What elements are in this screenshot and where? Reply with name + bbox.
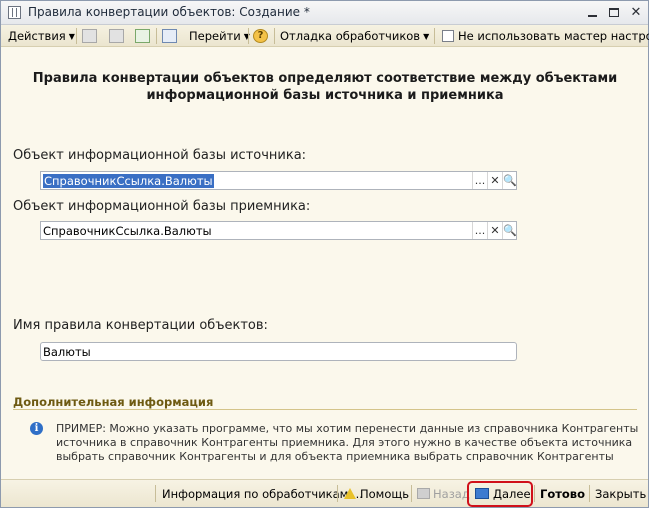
- back-button[interactable]: Назад: [417, 487, 470, 501]
- toolbar-separator: [274, 28, 275, 44]
- help-button[interactable]: Помощь: [344, 487, 409, 501]
- target-select-button[interactable]: ...: [472, 222, 487, 239]
- maximize-icon: [609, 8, 619, 17]
- heading-line-1: Правила конвертации объектов определяют …: [32, 71, 618, 86]
- close-button[interactable]: Закрыть: [595, 487, 646, 501]
- edit-icon[interactable]: [82, 29, 97, 43]
- section-divider: [13, 409, 637, 410]
- minimize-button[interactable]: [583, 4, 601, 21]
- source-object-value: СправочникСсылка.Валюты: [43, 174, 214, 188]
- window-title: Правила конвертации объектов: Создание *: [28, 5, 310, 19]
- target-object-field[interactable]: СправочникСсылка.Валюты ... ✕ 🔍: [40, 221, 517, 240]
- chevron-down-icon: ▼: [68, 32, 75, 41]
- no-wizard-checkbox[interactable]: [442, 30, 454, 42]
- toolbar-separator: [156, 28, 157, 44]
- rule-name-input[interactable]: Валюты: [40, 342, 517, 361]
- page-heading: Правила конвертации объектов определяют …: [21, 70, 629, 104]
- copy-icon[interactable]: [109, 29, 124, 43]
- bottom-separator: [411, 485, 412, 502]
- source-object-field[interactable]: СправочникСсылка.Валюты ... ✕ 🔍: [40, 171, 517, 190]
- target-open-icon[interactable]: 🔍: [502, 222, 517, 239]
- toolbar-separator: [248, 28, 249, 44]
- actions-menu[interactable]: Действия ▼: [8, 28, 75, 44]
- back-icon: [417, 488, 430, 499]
- next-button[interactable]: Далее: [475, 487, 531, 501]
- refresh-icon[interactable]: [135, 29, 150, 43]
- source-select-button[interactable]: ...: [472, 172, 487, 189]
- source-clear-icon[interactable]: ✕: [487, 172, 502, 189]
- bottom-separator: [534, 485, 535, 502]
- target-object-label: Объект информационной базы приемника:: [13, 199, 311, 214]
- chevron-down-icon: ▼: [423, 32, 430, 41]
- bottom-bar: Информация по обработчикам ... Помощь На…: [1, 479, 648, 507]
- close-icon: ✕: [630, 5, 642, 20]
- close-window-button[interactable]: ✕: [627, 4, 645, 21]
- toolbar-separator: [434, 28, 435, 44]
- source-object-label: Объект информационной базы источника:: [13, 148, 307, 163]
- form-icon: [8, 6, 21, 19]
- target-clear-icon[interactable]: ✕: [487, 222, 502, 239]
- info-icon: i: [30, 422, 43, 435]
- title-bar[interactable]: Правила конвертации объектов: Создание *…: [1, 1, 648, 25]
- done-button[interactable]: Готово: [540, 487, 585, 501]
- goto-menu[interactable]: Перейти ▼: [189, 28, 250, 44]
- next-icon: [475, 488, 489, 499]
- bottom-separator: [589, 485, 590, 502]
- bottom-separator: [155, 485, 156, 502]
- handlers-info-button[interactable]: Информация по обработчикам ...: [162, 487, 363, 501]
- goto-icon[interactable]: [162, 29, 177, 43]
- rule-name-value: Валюты: [43, 345, 91, 359]
- help-warning-icon: [344, 488, 356, 499]
- example-text: ПРИМЕР: Можно указать программе, что мы …: [56, 422, 639, 463]
- maximize-button[interactable]: [605, 4, 623, 21]
- debug-handlers-menu[interactable]: Отладка обработчиков ▼: [280, 28, 429, 44]
- minimize-icon: [587, 15, 597, 17]
- toolbar: Действия ▼ Перейти ▼ ? Отладка обработчико…: [1, 25, 649, 47]
- toolbar-separator: [76, 28, 77, 44]
- help-icon[interactable]: ?: [253, 29, 268, 43]
- no-wizard-label[interactable]: Не использовать мастер настроек: [458, 28, 649, 44]
- rule-name-label: Имя правила конвертации объектов:: [13, 318, 268, 333]
- dialog-window: Правила конвертации объектов: Создание *…: [0, 0, 649, 508]
- bottom-separator: [337, 485, 338, 502]
- target-object-value: СправочникСсылка.Валюты: [43, 224, 212, 238]
- additional-info-title: Дополнительная информация: [13, 395, 214, 409]
- heading-line-2: информационной базы источника и приемник…: [146, 88, 504, 103]
- source-open-icon[interactable]: 🔍: [502, 172, 517, 189]
